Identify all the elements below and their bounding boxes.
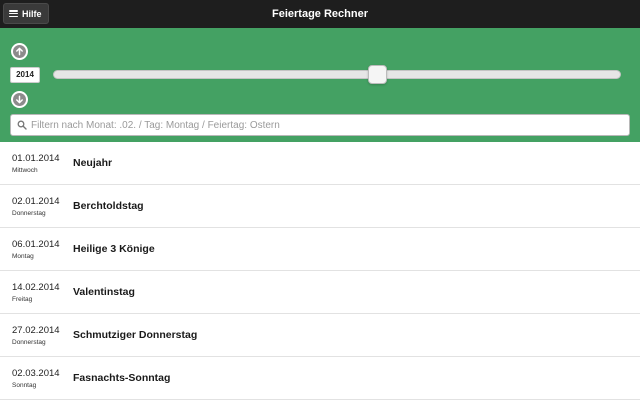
holiday-date: 14.02.2014 [12,282,60,293]
arrow-down-circle-icon [13,93,26,106]
holiday-row[interactable]: 27.02.2014 Donnerstag Schmutziger Donner… [0,314,640,357]
holiday-weekday: Donnerstag [12,339,46,346]
holiday-date: 06.01.2014 [12,239,60,250]
year-slider-track[interactable] [53,70,621,79]
holiday-name: Fasnachts-Sonntag [73,372,171,384]
holiday-row[interactable]: 14.02.2014 Freitag Valentinstag [0,271,640,314]
holiday-name: Valentinstag [73,286,135,298]
holiday-list: 01.01.2014 Mittwoch Neujahr 02.01.2014 D… [0,142,640,400]
holiday-row[interactable]: 02.01.2014 Donnerstag Berchtoldstag [0,185,640,228]
holiday-weekday: Montag [12,253,34,260]
holiday-date: 01.01.2014 [12,153,60,164]
filter-field[interactable] [10,114,630,136]
top-bar: Hilfe Feiertage Rechner [0,0,640,28]
holiday-name: Schmutziger Donnerstag [73,329,198,341]
holiday-date: 02.01.2014 [12,196,60,207]
holiday-name: Neujahr [73,157,113,169]
holiday-row[interactable]: 02.03.2014 Sonntag Fasnachts-Sonntag [0,357,640,400]
holiday-row[interactable]: 06.01.2014 Montag Heilige 3 Könige [0,228,640,271]
holiday-date: 02.03.2014 [12,368,60,379]
year-slider-handle[interactable] [368,65,387,84]
arrow-up-circle-icon [13,45,26,58]
holiday-name: Berchtoldstag [73,200,144,212]
year-up-button[interactable] [11,43,28,60]
app-title: Feiertage Rechner [272,8,368,20]
search-icon [17,120,27,130]
holiday-name: Heilige 3 Könige [73,243,155,255]
holiday-weekday: Mittwoch [12,167,38,174]
holiday-weekday: Donnerstag [12,210,46,217]
holiday-weekday: Sonntag [12,382,37,389]
holiday-date: 27.02.2014 [12,325,60,336]
holiday-weekday: Freitag [12,296,33,303]
holiday-row[interactable]: 01.01.2014 Mittwoch Neujahr [0,142,640,185]
year-display: 2014 [10,67,40,83]
year-down-button[interactable] [11,91,28,108]
filter-input[interactable] [31,119,621,131]
